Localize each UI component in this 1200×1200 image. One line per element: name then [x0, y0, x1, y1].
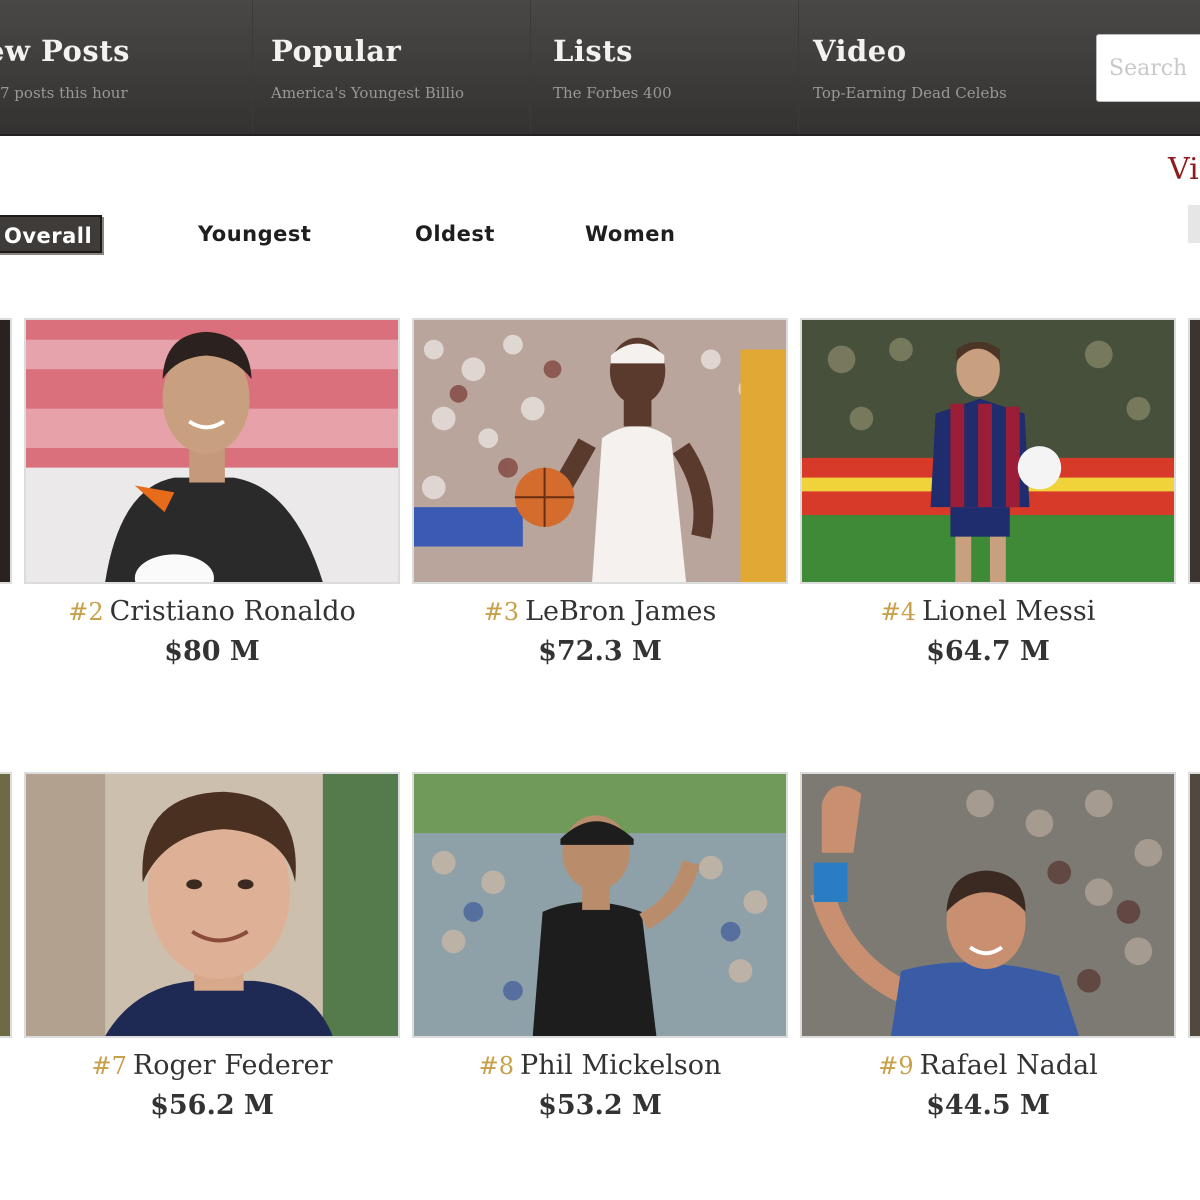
prev-athlete-photo-partial[interactable] [0, 318, 12, 584]
nav-new-posts-subtitle: 7 posts this hour [0, 84, 128, 102]
athlete-name-line: #3 LeBron James [412, 596, 788, 627]
athlete-photo-mickelson [412, 772, 788, 1038]
athlete-name[interactable]: Rafael Nadal [920, 1050, 1098, 1081]
tab-oldest[interactable]: Oldest [415, 215, 495, 253]
athlete-earnings: $80 M [164, 636, 260, 667]
nav-popular-subtitle: America's Youngest Billio [271, 84, 465, 102]
athlete-rank: #8 [478, 1052, 515, 1080]
athlete-name-line: #2 Cristiano Ronaldo [24, 596, 400, 627]
athlete-earnings: $56.2 M [150, 1090, 274, 1121]
athlete-photo-messi [800, 318, 1176, 584]
athlete-name-line: #8 Phil Mickelson [412, 1050, 788, 1081]
athlete-name[interactable]: Roger Federer [133, 1050, 333, 1081]
athlete-photo-lebron [412, 318, 788, 584]
search-input[interactable] [1096, 34, 1200, 102]
view-all-link[interactable]: Vi [1168, 152, 1199, 187]
nav-video-subtitle: Top-Earning Dead Celebs [813, 84, 1007, 102]
athlete-rank: #4 [880, 598, 916, 626]
right-edge-divider [1188, 205, 1200, 243]
athlete-earnings: $44.5 M [926, 1090, 1050, 1121]
nav-new-posts[interactable]: ew Posts 7 posts this hour [0, 0, 236, 134]
athlete-name[interactable]: Phil Mickelson [520, 1050, 721, 1081]
tab-youngest[interactable]: Youngest [198, 215, 311, 253]
athlete-name[interactable]: Lionel Messi [922, 596, 1095, 627]
athlete-photo-federer [24, 772, 400, 1038]
prev-athlete-photo-partial-row2[interactable] [0, 772, 12, 1038]
athlete-rank: #2 [68, 598, 104, 626]
nav-lists-title: Lists [553, 34, 633, 68]
tab-women[interactable]: Women [585, 215, 675, 253]
athlete-rank: #3 [483, 598, 520, 626]
athlete-name-line: #9 Rafael Nadal [800, 1050, 1176, 1081]
athlete-photo-nadal [800, 772, 1176, 1038]
top-nav-bar: ew Posts 7 posts this hour Popular Ameri… [0, 0, 1200, 136]
nav-video[interactable]: Video Top-Earning Dead Celebs [798, 0, 1088, 134]
nav-popular-title: Popular [271, 34, 402, 68]
athlete-name[interactable]: Cristiano Ronaldo [110, 596, 356, 627]
tab-overall[interactable]: Overall [0, 215, 103, 253]
athlete-name-line: #4 Lionel Messi [800, 596, 1176, 627]
nav-new-posts-title: ew Posts [0, 34, 130, 68]
athlete-earnings: $72.3 M [538, 636, 662, 667]
athlete-photo-ronaldo [24, 318, 400, 584]
nav-popular[interactable]: Popular America's Youngest Billio [252, 0, 528, 134]
athlete-rank: #7 [91, 1052, 127, 1080]
next-athlete-photo-partial[interactable] [1188, 318, 1200, 584]
nav-lists[interactable]: Lists The Forbes 400 [530, 0, 798, 134]
nav-video-title: Video [813, 34, 907, 68]
athlete-earnings: $64.7 M [926, 636, 1050, 667]
nav-lists-subtitle: The Forbes 400 [553, 84, 672, 102]
next-athlete-photo-partial-row2[interactable] [1188, 772, 1200, 1038]
athlete-name[interactable]: LeBron James [525, 596, 716, 627]
athlete-name-line: #7 Roger Federer [24, 1050, 400, 1081]
athlete-rank: #9 [878, 1052, 914, 1080]
athlete-earnings: $53.2 M [538, 1090, 662, 1121]
